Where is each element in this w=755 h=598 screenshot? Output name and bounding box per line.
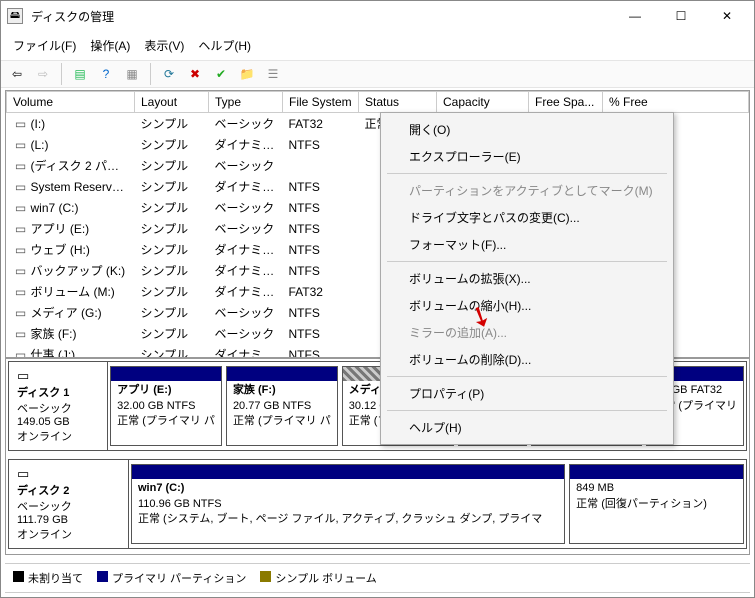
context-menu: 開く(O) エクスプローラー(E) パーティションをアクティブとしてマーク(M)… [380, 112, 674, 445]
title-bar: 🖴 ディスクの管理 — ☐ ✕ [1, 1, 754, 31]
column-header[interactable]: Capacity [437, 92, 529, 113]
toolbar-sep [150, 63, 151, 85]
disk-title: ディスク 2 [17, 482, 120, 498]
ctx-explorer[interactable]: エクスプローラー(E) [383, 143, 671, 170]
drive-icon: ▭ [13, 306, 29, 320]
ctx-format[interactable]: フォーマット(F)... [383, 231, 671, 258]
disk-size: 111.79 GB [17, 514, 120, 526]
partition[interactable]: win7 (C:)110.96 GB NTFS正常 (システム, ブート, ペー… [131, 464, 565, 544]
ctx-add-mirror: ミラーの追加(A)... [383, 319, 671, 346]
partition-color-bar [570, 465, 743, 479]
menu-view[interactable]: 表示(V) [138, 35, 190, 56]
close-button[interactable]: ✕ [704, 2, 750, 30]
disk-type: ベーシック [17, 400, 99, 416]
help-icon[interactable]: ? [94, 63, 118, 85]
view-grid-icon[interactable]: ▦ [120, 63, 144, 85]
drive-icon: ▭ [13, 264, 29, 278]
legend-simple: シンプル ボリューム [260, 570, 376, 586]
nav-forward-icon[interactable]: ⇨ [31, 63, 55, 85]
ctx-sep [387, 410, 667, 411]
disk-type: ベーシック [17, 498, 120, 514]
drive-icon: ▭ [13, 159, 29, 173]
column-header[interactable]: Status [359, 92, 437, 113]
column-header[interactable]: Type [209, 92, 283, 113]
legend-primary: プライマリ パーティション [97, 570, 246, 586]
view-list-icon[interactable]: ▤ [68, 63, 92, 85]
partition[interactable]: アプリ (E:)32.00 GB NTFS正常 (プライマリ パ [110, 366, 222, 446]
nav-back-icon[interactable]: ⇦ [5, 63, 29, 85]
delete-icon[interactable]: ✖ [183, 63, 207, 85]
properties-icon[interactable]: ☰ [261, 63, 285, 85]
minimize-button[interactable]: — [612, 2, 658, 30]
menu-help[interactable]: ヘルプ(H) [192, 35, 257, 56]
menu-action[interactable]: 操作(A) [84, 35, 136, 56]
partition-body: アプリ (E:)32.00 GB NTFS正常 (プライマリ パ [111, 381, 221, 431]
partition[interactable]: 家族 (F:)20.77 GB NTFS正常 (プライマリ パ [226, 366, 338, 446]
column-header[interactable]: Layout [135, 92, 209, 113]
toolbar: ⇦ ⇨ ▤ ? ▦ ⟳ ✖ ✔ 📁 ☰ [1, 60, 754, 88]
ctx-change-letter[interactable]: ドライブ文字とパスの変更(C)... [383, 204, 671, 231]
app-window: 🖴 ディスクの管理 — ☐ ✕ ファイル(F) 操作(A) 表示(V) ヘルプ(… [0, 0, 755, 598]
menu-file[interactable]: ファイル(F) [7, 35, 82, 56]
ctx-shrink[interactable]: ボリュームの縮小(H)... [383, 292, 671, 319]
drive-icon: ▭ [13, 222, 29, 236]
legend-unalloc: 未割り当て [13, 570, 83, 586]
partition-body: win7 (C:)110.96 GB NTFS正常 (システム, ブート, ペー… [132, 479, 564, 529]
drive-icon: ▭ [13, 117, 29, 131]
disk-status: オンライン [17, 526, 120, 542]
drive-icon: ▭ [13, 180, 29, 194]
apply-icon[interactable]: ✔ [209, 63, 233, 85]
partition[interactable]: 849 MB正常 (回復パーティション) [569, 464, 744, 544]
drive-icon: ▭ [13, 201, 29, 215]
partition-color-bar [111, 367, 221, 381]
menu-bar: ファイル(F) 操作(A) 表示(V) ヘルプ(H) [1, 31, 754, 60]
ctx-sep [387, 376, 667, 377]
legend: 未割り当て プライマリ パーティション シンプル ボリューム [5, 563, 750, 593]
refresh-icon[interactable]: ⟳ [157, 63, 181, 85]
drive-icon: ▭ [13, 327, 29, 341]
column-header[interactable]: File System [283, 92, 359, 113]
drive-icon: ▭ [13, 243, 29, 257]
drive-icon: ▭ [13, 348, 29, 357]
column-header[interactable]: % Free [603, 92, 749, 113]
drive-icon: ▭ [13, 285, 29, 299]
partition-body: 家族 (F:)20.77 GB NTFS正常 (プライマリ パ [227, 381, 337, 431]
disk-header[interactable]: ▭ディスク 1ベーシック149.05 GBオンライン [9, 362, 108, 450]
disk-header[interactable]: ▭ディスク 2ベーシック111.79 GBオンライン [9, 460, 129, 548]
column-header[interactable]: Volume [7, 92, 135, 113]
ctx-help[interactable]: ヘルプ(H) [383, 414, 671, 441]
ctx-sep [387, 261, 667, 262]
drive-icon: ▭ [13, 138, 29, 152]
ctx-open[interactable]: 開く(O) [383, 116, 671, 143]
disk-title: ディスク 1 [17, 384, 99, 400]
disk-icon: ▭ [17, 466, 120, 482]
disk-row: ▭ディスク 2ベーシック111.79 GBオンラインwin7 (C:)110.9… [8, 459, 747, 549]
partition-color-bar [132, 465, 564, 479]
partition-body: 849 MB正常 (回復パーティション) [570, 479, 743, 514]
app-icon: 🖴 [7, 8, 23, 24]
ctx-mark-active: パーティションをアクティブとしてマーク(M) [383, 177, 671, 204]
partition-color-bar [227, 367, 337, 381]
window-title: ディスクの管理 [29, 8, 612, 25]
folder-icon[interactable]: 📁 [235, 63, 259, 85]
ctx-delete-volume[interactable]: ボリュームの削除(D)... [383, 346, 671, 373]
ctx-properties[interactable]: プロパティ(P) [383, 380, 671, 407]
ctx-sep [387, 173, 667, 174]
maximize-button[interactable]: ☐ [658, 2, 704, 30]
disk-status: オンライン [17, 428, 99, 444]
disk-size: 149.05 GB [17, 416, 99, 428]
disk-icon: ▭ [17, 368, 99, 384]
toolbar-sep [61, 63, 62, 85]
ctx-extend[interactable]: ボリュームの拡張(X)... [383, 265, 671, 292]
column-header[interactable]: Free Spa... [529, 92, 603, 113]
